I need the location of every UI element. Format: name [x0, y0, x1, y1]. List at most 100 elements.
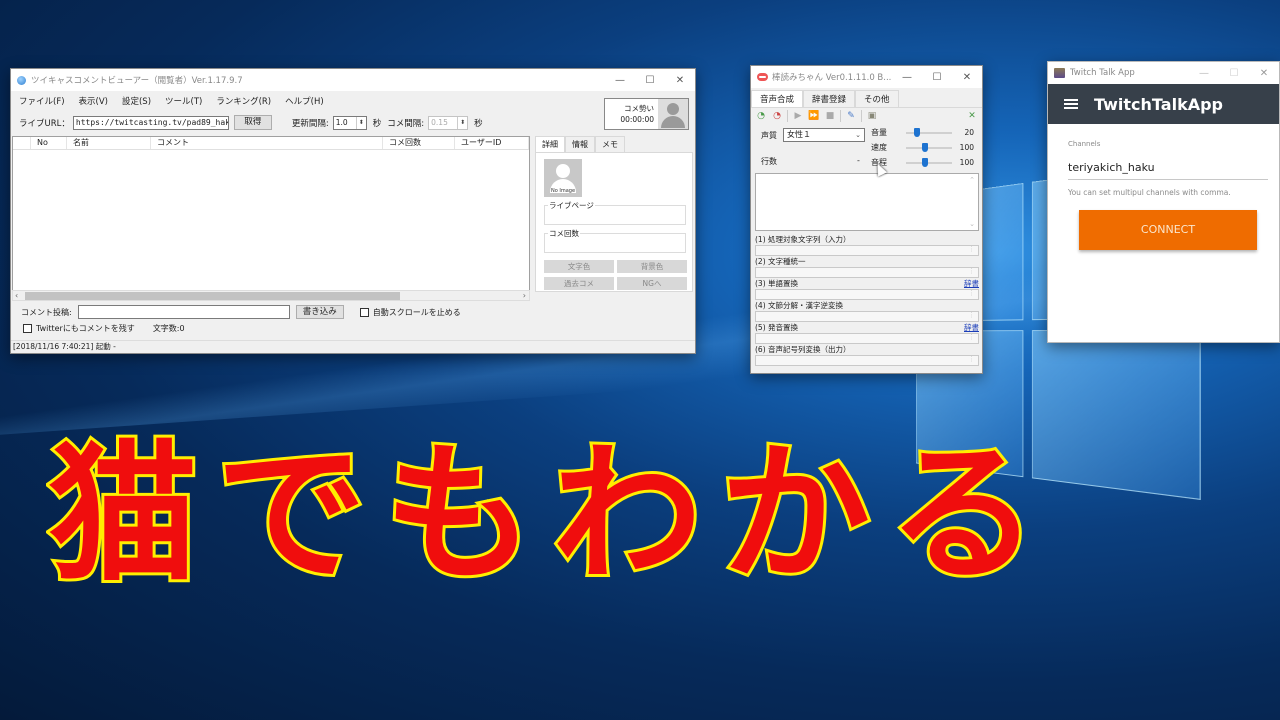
read-clipboard-icon[interactable]: ◔: [755, 110, 767, 122]
url-label: ライブURL：: [19, 118, 70, 129]
stage-field[interactable]: [755, 267, 979, 278]
expand-icon[interactable]: ✕: [966, 110, 978, 122]
stage-field[interactable]: [755, 289, 979, 300]
seconds-unit: 秒: [474, 118, 483, 129]
comment-count-group: コメ回数: [544, 228, 686, 253]
column-user-id[interactable]: ユーザーID: [455, 137, 529, 149]
stop-clipboard-icon[interactable]: ◔: [771, 110, 783, 122]
app-icon: [757, 73, 768, 81]
comment-post-row: コメント投稿: 書き込み 自動スクロールを止める: [21, 305, 461, 319]
column-comment-count[interactable]: コメ回数: [383, 137, 455, 149]
stage-field[interactable]: [755, 333, 979, 344]
volume-value: 20: [964, 128, 974, 137]
menu-tools[interactable]: ツール(T): [165, 95, 202, 107]
window-title: Twitch Talk App: [1070, 68, 1135, 78]
menu-file[interactable]: ファイル(F): [19, 95, 65, 107]
spinner-arrows-icon[interactable]: ⬍: [457, 116, 467, 129]
minimize-button[interactable]: —: [605, 75, 635, 86]
tab-dictionary[interactable]: 辞書登録: [803, 90, 856, 107]
minimize-button[interactable]: —: [892, 72, 922, 83]
close-button[interactable]: ✕: [952, 72, 982, 83]
comment-interval-spinner[interactable]: 0.15 ⬍: [428, 115, 469, 130]
pitch-slider[interactable]: [906, 158, 952, 167]
stage-label: (2) 文字種統一: [755, 257, 806, 266]
close-button[interactable]: ✕: [1249, 68, 1279, 79]
caption-char: か: [717, 425, 873, 605]
comment-post-input[interactable]: [77, 305, 290, 319]
hamburger-menu-icon[interactable]: [1064, 97, 1078, 111]
tv-icon[interactable]: ▣: [866, 110, 878, 122]
maximize-button[interactable]: ☐: [922, 72, 952, 83]
play-icon[interactable]: ▶: [792, 110, 804, 122]
chevron-down-icon: ⌄: [855, 131, 861, 139]
settings-wrench-icon[interactable]: ✎: [845, 110, 857, 122]
menu-view[interactable]: 表示(V): [79, 95, 108, 107]
comment-list[interactable]: No 名前 コメント コメ回数 ユーザーID: [12, 136, 530, 291]
text-color-button[interactable]: 文字色: [544, 260, 614, 273]
comment-count-label: コメ回数: [548, 228, 580, 239]
caption-char: わ: [549, 425, 705, 605]
volume-slider-thumb[interactable]: [914, 128, 920, 137]
scroll-down-icon[interactable]: ⌄: [969, 220, 975, 228]
speed-slider-thumb[interactable]: [922, 143, 928, 152]
stage-field[interactable]: [755, 355, 979, 366]
tab-info[interactable]: 情報: [565, 136, 595, 152]
past-comments-button[interactable]: 過去コメ: [544, 277, 614, 290]
menu-help[interactable]: ヘルプ(H): [285, 95, 324, 107]
stage-field[interactable]: [755, 245, 979, 256]
add-to-ng-button[interactable]: NGへ: [617, 277, 687, 290]
pitch-slider-thumb[interactable]: [922, 158, 928, 167]
dictionary-link[interactable]: 辞書: [964, 278, 979, 289]
stop-icon[interactable]: ■: [824, 110, 836, 122]
twitter-row: Twitterにもコメントを残す 文字数: 0: [23, 323, 185, 334]
titlebar[interactable]: ツイキャスコメントビューアー（閲覧者）Ver.1.17.9.7 — ☐ ✕: [11, 69, 695, 91]
separator: [787, 109, 788, 122]
stage-label: (4) 文節分解・漢字逆変換: [755, 301, 844, 310]
connect-button[interactable]: CONNECT: [1079, 210, 1257, 250]
update-interval-spinner[interactable]: 1.0 ⬍: [332, 115, 367, 130]
fetch-button[interactable]: 取得: [233, 115, 272, 130]
scroll-left-icon[interactable]: ‹: [15, 291, 18, 300]
menu-settings[interactable]: 設定(S): [122, 95, 151, 107]
column-select[interactable]: [13, 137, 31, 149]
close-button[interactable]: ✕: [665, 75, 695, 86]
column-name[interactable]: 名前: [67, 137, 151, 149]
tab-other[interactable]: その他: [855, 90, 899, 107]
titlebar[interactable]: Twitch Talk App — ☐ ✕: [1048, 62, 1279, 84]
write-button[interactable]: 書き込み: [295, 305, 344, 319]
skip-icon[interactable]: ⏩: [808, 110, 820, 122]
spinner-arrows-icon[interactable]: ⬍: [355, 116, 366, 129]
separator: [861, 109, 862, 122]
user-avatar-icon: [658, 99, 688, 129]
rate-label: コメ勢い: [624, 104, 654, 113]
live-url-input[interactable]: https://twitcasting.tv/pad89_haku/: [72, 115, 229, 130]
tab-details[interactable]: 詳細: [535, 136, 565, 152]
tab-memo[interactable]: メモ: [595, 136, 625, 152]
titlebar[interactable]: 棒読みちゃん Ver0.1.11.0 B... — ☐ ✕: [751, 66, 982, 88]
stage-field[interactable]: [755, 311, 979, 322]
channels-input[interactable]: teriyakich_haku: [1068, 156, 1268, 180]
dictionary-link[interactable]: 辞書: [964, 322, 979, 333]
maximize-button[interactable]: ☐: [635, 75, 665, 86]
maximize-button[interactable]: ☐: [1219, 68, 1249, 79]
minimize-button[interactable]: —: [1189, 68, 1219, 79]
menu-ranking[interactable]: ランキング(R): [216, 95, 271, 107]
twitter-checkbox[interactable]: [23, 324, 32, 333]
horizontal-scrollbar[interactable]: ‹ ›: [12, 290, 530, 301]
window-title: ツイキャスコメントビューアー（閲覧者）Ver.1.17.9.7: [31, 76, 243, 86]
voice-select[interactable]: 女性１ ⌄: [783, 128, 865, 142]
stage-label: (3) 単語置換: [755, 279, 799, 288]
scroll-up-icon[interactable]: ⌃: [969, 176, 975, 184]
tab-speech-synthesis[interactable]: 音声合成: [751, 90, 804, 107]
scrollbar-thumb[interactable]: [25, 291, 400, 300]
speech-text-area[interactable]: ⌃ ⌄: [755, 173, 979, 231]
scroll-right-icon[interactable]: ›: [523, 291, 526, 300]
speed-slider[interactable]: [906, 143, 952, 152]
column-no[interactable]: No: [31, 137, 67, 149]
seconds-unit: 秒: [372, 118, 382, 129]
column-comment[interactable]: コメント: [151, 137, 383, 149]
caption-char: る: [885, 425, 1041, 605]
background-color-button[interactable]: 背景色: [617, 260, 687, 273]
stop-autoscroll-checkbox[interactable]: [359, 307, 369, 317]
volume-slider[interactable]: [906, 128, 952, 137]
